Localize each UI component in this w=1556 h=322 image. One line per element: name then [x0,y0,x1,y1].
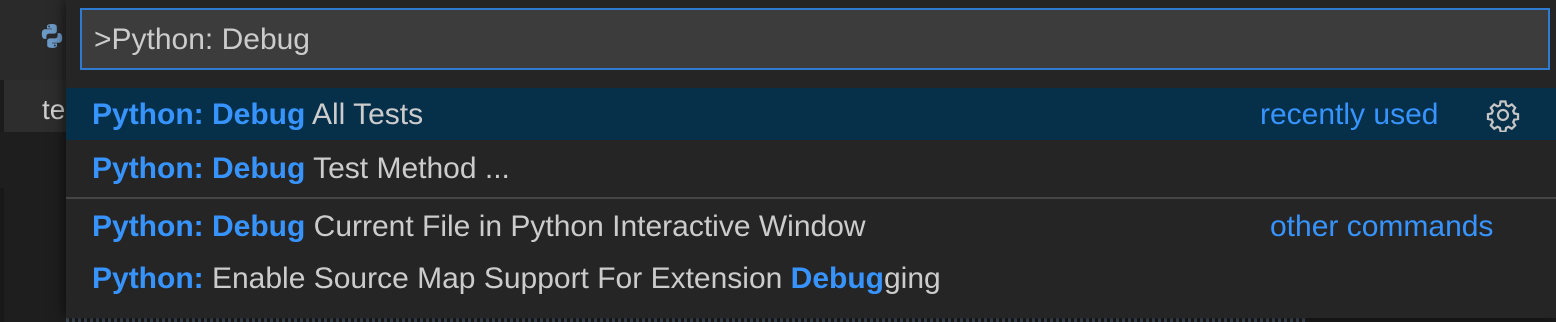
match-highlight: Debug [790,262,884,295]
group-separator [66,197,1556,199]
command-item-rest: Current File in Python Interactive Windo… [305,210,866,243]
command-item-label: Python: Enable Source Map Support For Ex… [92,262,941,296]
command-palette-input[interactable] [92,22,1536,58]
command-item-enable-source-map-support[interactable]: Python: Enable Source Map Support For Ex… [66,252,1556,304]
match-highlight: Python: Debug [92,210,306,243]
command-item-rest: ging [883,262,941,295]
command-palette-input-box[interactable] [80,8,1550,70]
sidebar-edge [0,188,4,322]
command-item-label: Python: Debug All Tests [92,98,423,132]
editor-tab-label: te [42,94,66,125]
match-highlight: Python: [92,262,204,295]
recently-used-tag: recently used [1260,98,1439,131]
gear-icon[interactable] [1486,98,1520,132]
match-highlight: Python: Debug [92,152,306,185]
command-item-debug-all-tests[interactable]: Python: Debug All Tests recently used [66,88,1556,140]
command-item-rest: All Tests [305,98,424,131]
python-icon [41,24,63,48]
command-item-rest: Enable Source Map Support For Extension [203,262,791,295]
command-item-debug-current-file-interactive[interactable]: Python: Debug Current File in Python Int… [66,200,1556,252]
command-item-label: Python: Debug Current File in Python Int… [92,210,866,244]
command-item-rest: Test Method ... [305,152,510,185]
command-item-debug-test-method[interactable]: Python: Debug Test Method ... [66,142,1556,194]
other-commands-tag: other commands [1270,210,1494,243]
command-item-label: Python: Debug Test Method ... [92,152,510,186]
match-highlight: Python: Debug [92,98,306,131]
